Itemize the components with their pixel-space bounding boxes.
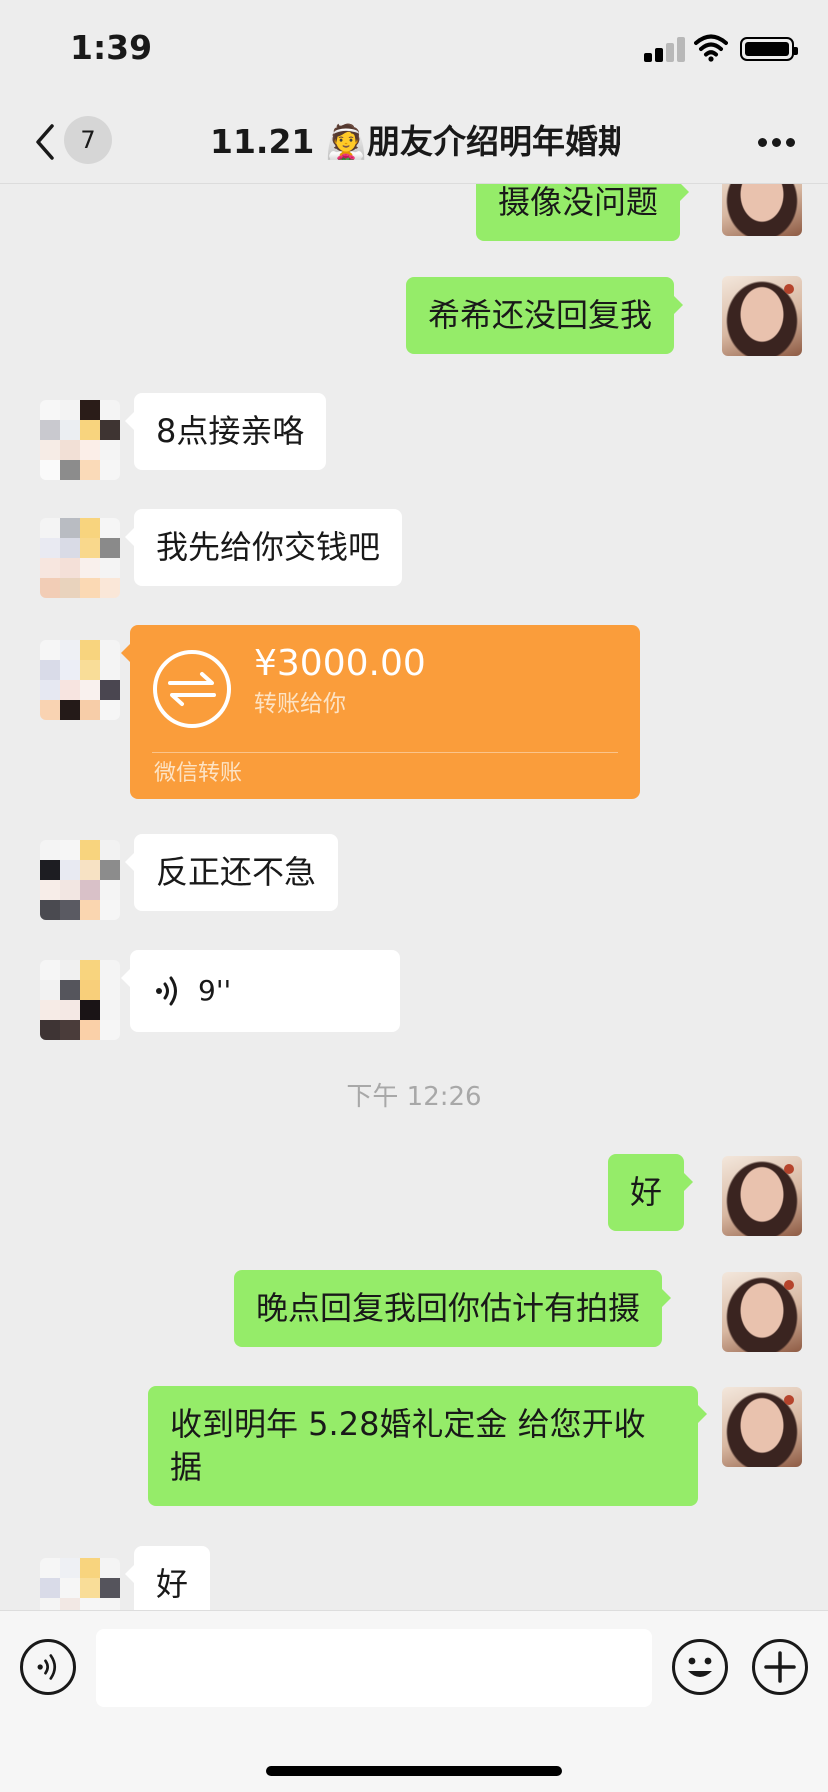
- contact-avatar[interactable]: [40, 640, 120, 720]
- battery-icon: [740, 37, 798, 61]
- message-bubble[interactable]: 我先给你交钱吧: [125, 509, 403, 586]
- message-bubble[interactable]: 好: [608, 1154, 694, 1231]
- emoji-icon: [688, 1657, 712, 1677]
- message-text: 我先给你交钱吧: [156, 528, 381, 566]
- message-bubble[interactable]: 希希还没回复我: [406, 277, 684, 354]
- message-bubble[interactable]: 8点接亲咯: [125, 393, 327, 470]
- voice-message-bubble[interactable]: 9'': [121, 950, 400, 1032]
- contact-avatar[interactable]: [40, 1558, 120, 1610]
- message-text: 8点接亲咯: [156, 412, 305, 450]
- message-text: 好: [630, 1173, 663, 1211]
- timestamp: 下午 12:26: [346, 1082, 482, 1112]
- status-icons: [644, 34, 798, 62]
- voice-duration: 9'': [198, 974, 232, 1007]
- divider: [152, 752, 618, 753]
- message-text: 反正还不急: [156, 853, 317, 891]
- message-bubble[interactable]: 好: [125, 1546, 211, 1610]
- signal-icon: [644, 36, 685, 62]
- message-text: 摄像没问题: [498, 184, 659, 221]
- status-time: 1:39: [70, 28, 153, 67]
- transfer-icon: [153, 650, 231, 728]
- my-avatar[interactable]: [722, 1272, 802, 1352]
- voice-input-button[interactable]: [20, 1639, 76, 1695]
- back-icon[interactable]: [30, 122, 60, 162]
- message-text: 收到明年 5.28婚礼定金 给您开收据: [170, 1405, 646, 1486]
- my-avatar[interactable]: [722, 276, 802, 356]
- more-functions-button[interactable]: [752, 1639, 808, 1695]
- voice-input-icon: [37, 1654, 57, 1680]
- message-bubble[interactable]: 晚点回复我回你估计有拍摄: [234, 1270, 672, 1347]
- chat-title: 11.21 👰朋友介绍明年婚期: [210, 122, 620, 161]
- transfer-source-label: 微信转账: [154, 761, 243, 786]
- transfer-note: 转账给你: [254, 691, 346, 717]
- wifi-icon: [694, 34, 728, 62]
- message-text: 晚点回复我回你估计有拍摄: [256, 1289, 641, 1327]
- my-avatar[interactable]: [722, 1387, 802, 1467]
- contact-avatar[interactable]: [40, 840, 120, 920]
- message-bubble[interactable]: 反正还不急: [125, 834, 339, 911]
- transfer-amount: ¥3000.00: [254, 643, 426, 684]
- contact-avatar[interactable]: [40, 518, 120, 598]
- emoji-button[interactable]: [672, 1639, 728, 1695]
- message-text: 希希还没回复我: [428, 296, 653, 334]
- my-avatar[interactable]: [722, 1156, 802, 1236]
- unread-count-badge[interactable]: 7: [64, 116, 112, 164]
- message-text: 好: [156, 1565, 189, 1603]
- plus-icon: [764, 1651, 796, 1683]
- chat-message-list[interactable]: 摄像没问题 希希还没回复我 8点接亲咯 我先给你交钱吧 ¥3000.00 转账给…: [0, 184, 828, 1610]
- status-bar: 1:39: [0, 0, 828, 100]
- transfer-card[interactable]: ¥3000.00 转账给你 微信转账: [121, 625, 640, 799]
- input-bar: [0, 1610, 828, 1792]
- my-avatar[interactable]: [722, 184, 802, 236]
- message-bubble[interactable]: 收到明年 5.28婚礼定金 给您开收据: [148, 1386, 707, 1506]
- nav-bar: 7 11.21 👰朋友介绍明年婚期: [0, 100, 828, 184]
- home-indicator: [266, 1766, 562, 1776]
- voice-wave-icon: [156, 976, 177, 1006]
- contact-avatar[interactable]: [40, 960, 120, 1040]
- more-options-icon[interactable]: [758, 138, 796, 148]
- message-input[interactable]: [96, 1629, 652, 1707]
- contact-avatar[interactable]: [40, 400, 120, 480]
- message-bubble[interactable]: 摄像没问题: [476, 184, 690, 241]
